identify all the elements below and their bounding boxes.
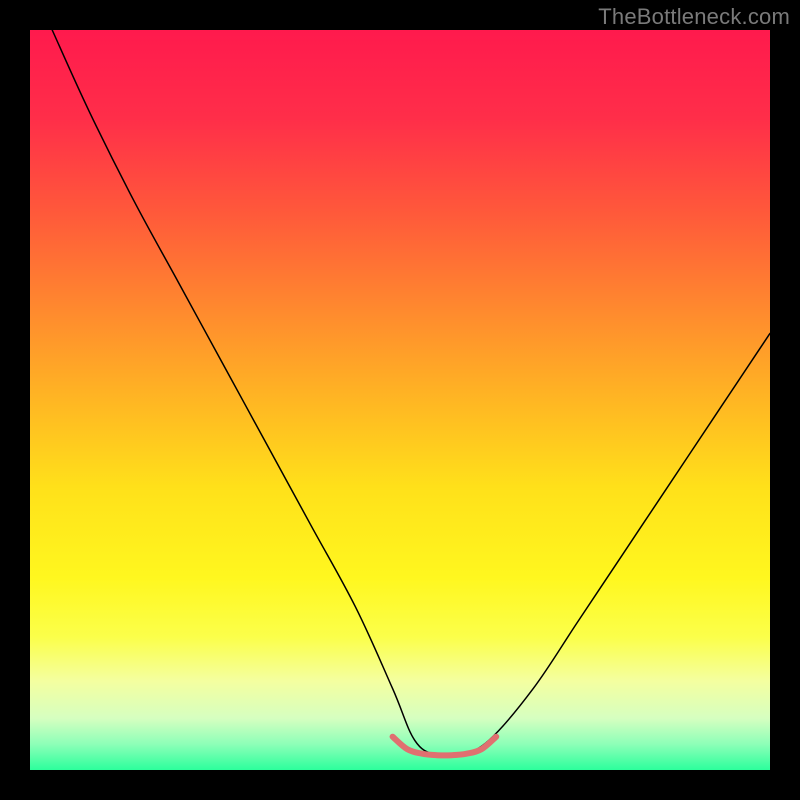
bottleneck-chart — [0, 0, 800, 800]
chart-container: TheBottleneck.com — [0, 0, 800, 800]
watermark: TheBottleneck.com — [598, 4, 790, 30]
